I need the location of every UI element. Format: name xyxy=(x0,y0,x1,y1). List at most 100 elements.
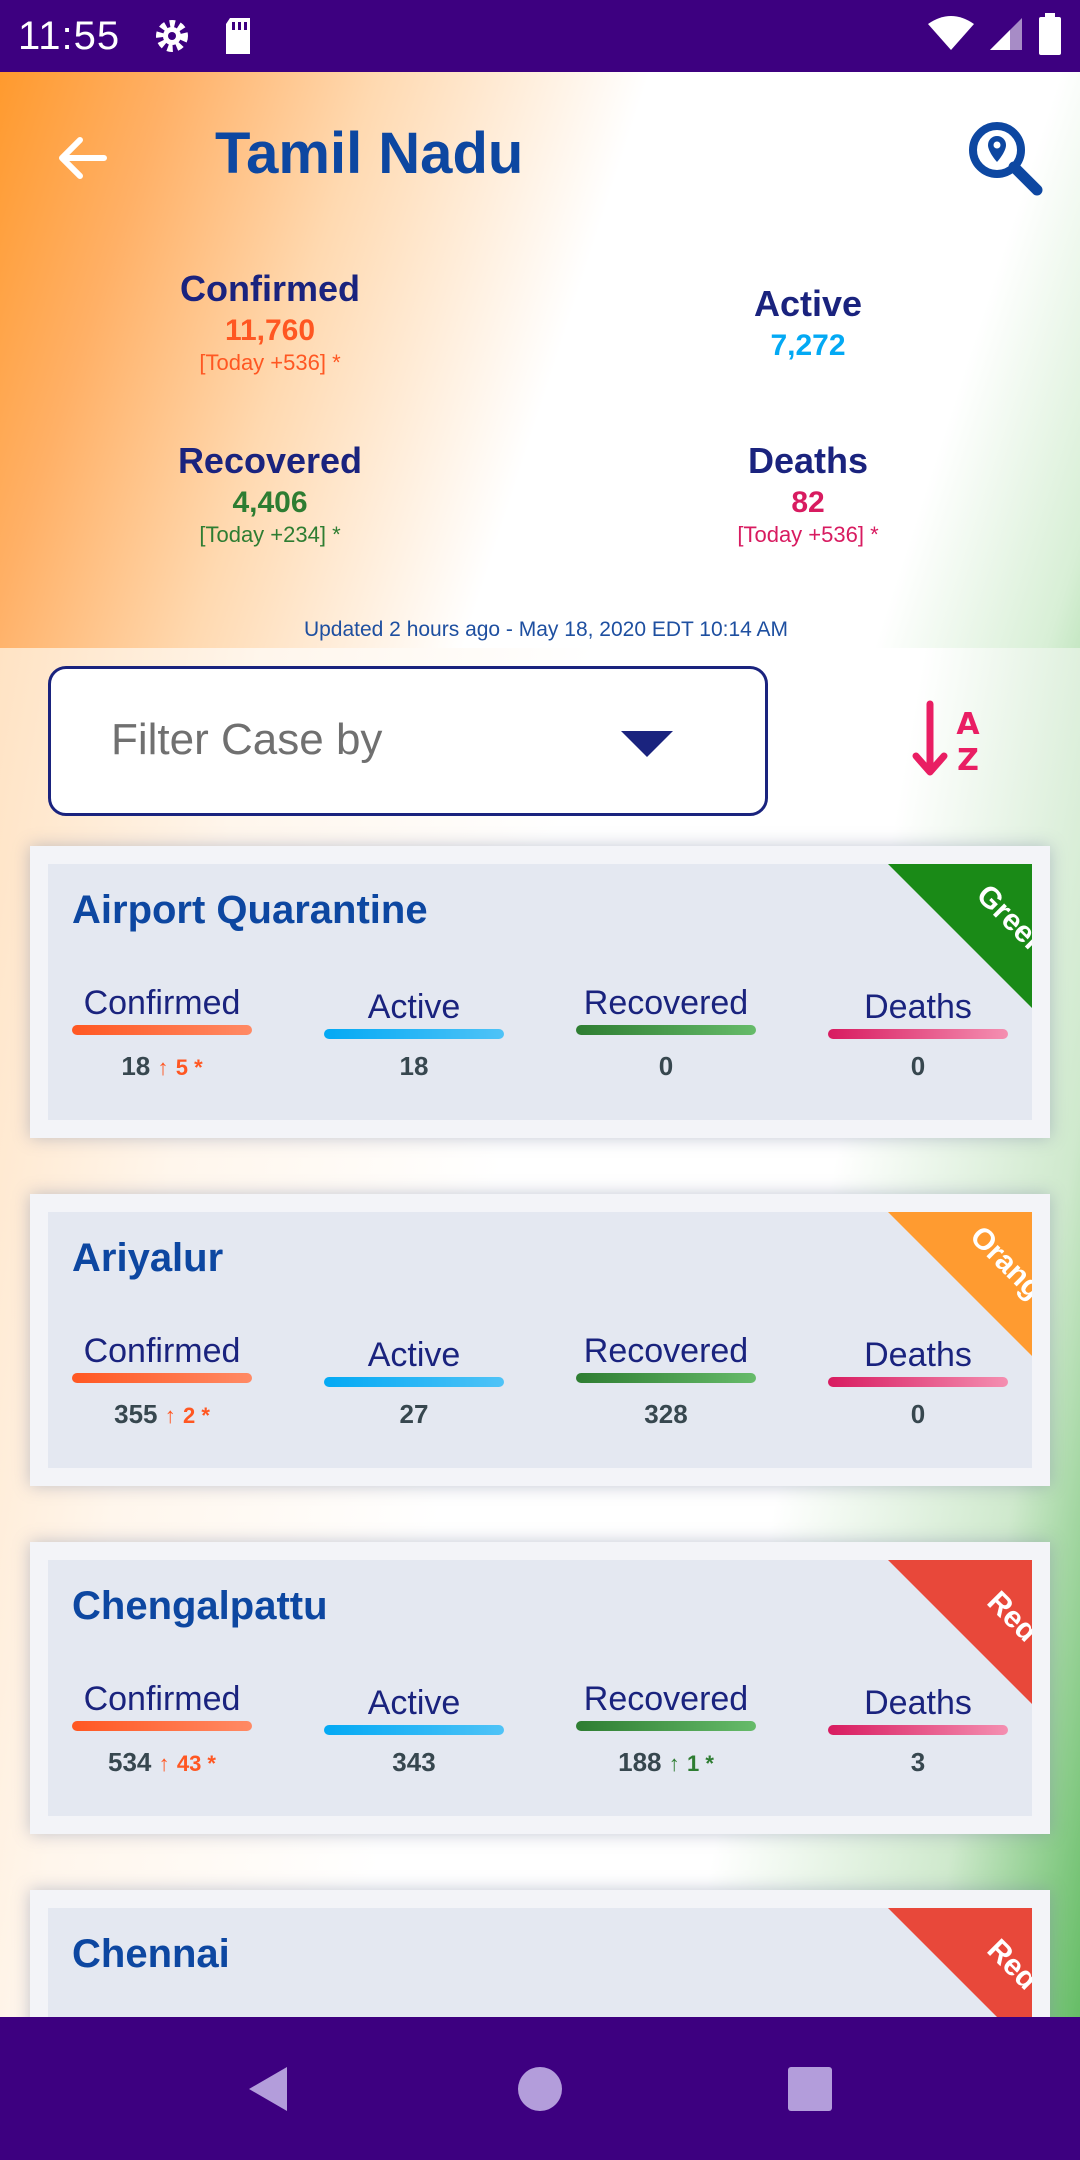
arrow-up-icon: ↑ xyxy=(157,1055,169,1080)
stat-confirmed-label: Confirmed xyxy=(83,984,241,1022)
summary-confirmed-label: Confirmed xyxy=(180,268,360,309)
svg-text:Z: Z xyxy=(957,743,979,778)
district-card-body: Ariyalur Orange Confirmed 355 ↑ 2 * Acti… xyxy=(48,1212,1032,1468)
summary-recovered-today: [Today +234] * xyxy=(199,522,341,547)
summary-confirmed: Confirmed 11,760 [Today +536] * xyxy=(90,268,450,376)
district-name: Airport Quarantine xyxy=(72,888,428,932)
summary-deaths-label: Deaths xyxy=(747,440,869,481)
nav-home-button[interactable] xyxy=(508,2057,572,2121)
arrow-left-icon xyxy=(59,137,107,179)
stat-recovered-value: 0 xyxy=(658,1051,674,1081)
nav-back-button[interactable] xyxy=(235,2057,299,2121)
stat-active-value: 18 xyxy=(399,1051,429,1081)
summary-confirmed-value: 11,760 xyxy=(224,314,316,347)
search-location-icon xyxy=(969,122,1043,196)
stat-active: Active 343 xyxy=(324,1684,504,1778)
updated-timestamp: Updated 2 hours ago - May 18, 2020 EDT 1… xyxy=(303,618,789,641)
district-card-body: Airport Quarantine Green Confirmed 18 ↑ … xyxy=(48,864,1032,1120)
stat-confirmed-label: Confirmed xyxy=(83,1680,241,1718)
zone-badge: Green xyxy=(888,864,1032,1008)
stat-recovered-delta: 1 * xyxy=(686,1751,714,1776)
stat-recovered: Recovered 188 ↑ 1 * xyxy=(576,1680,756,1778)
summary-active-value: 7,272 xyxy=(770,329,846,362)
filter-placeholder: Filter Case by xyxy=(111,715,383,764)
stat-recovered-label: Recovered xyxy=(583,984,749,1022)
stat-confirmed-delta: 2 * xyxy=(182,1403,210,1428)
summary-active: Active 7,272 xyxy=(628,283,988,363)
stat-active-label: Active xyxy=(367,988,461,1026)
stat-deaths-label: Deaths xyxy=(864,1336,972,1374)
status-time: 11:55 xyxy=(18,13,121,58)
search-button[interactable] xyxy=(965,118,1045,198)
stat-confirmed: Confirmed 355 ↑ 2 * xyxy=(72,1332,252,1430)
district-name: Ariyalur xyxy=(72,1236,224,1280)
stat-deaths: Deaths 3 xyxy=(828,1684,1008,1778)
zone-badge: Red xyxy=(888,1560,1032,1704)
nav-recents-button[interactable] xyxy=(778,2057,842,2121)
stat-active: Active 27 xyxy=(324,1336,504,1430)
nav-home-icon xyxy=(518,2067,562,2111)
stat-recovered-value: 328 xyxy=(644,1399,688,1429)
sd-card-icon xyxy=(216,14,260,58)
nav-back-icon xyxy=(249,2067,287,2111)
stat-confirmed-label: Confirmed xyxy=(83,1332,241,1370)
arrow-up-icon: ↑ xyxy=(164,1403,176,1428)
chevron-down-icon xyxy=(621,731,673,757)
district-card[interactable]: Airport Quarantine Green Confirmed 18 ↑ … xyxy=(30,846,1050,1138)
nav-recents-icon xyxy=(788,2067,832,2111)
stat-active: Active 18 xyxy=(324,988,504,1082)
summary-recovered-value: 4,406 xyxy=(232,486,308,519)
stat-recovered: Recovered 0 xyxy=(576,984,756,1082)
stat-confirmed-delta: 43 * xyxy=(176,1751,216,1776)
summary-recovered-label: Recovered xyxy=(177,440,363,481)
stat-confirmed: Confirmed 534 ↑ 43 * xyxy=(72,1680,252,1778)
stat-deaths-value: 0 xyxy=(910,1051,926,1081)
stat-recovered: Recovered 328 xyxy=(576,1332,756,1430)
stat-active-value: 343 xyxy=(392,1747,436,1777)
sort-button[interactable]: A Z xyxy=(910,700,990,780)
stat-confirmed-value: 355 xyxy=(114,1399,158,1429)
back-button[interactable] xyxy=(52,128,112,188)
svg-text:A: A xyxy=(956,707,980,742)
app-header: Tamil Nadu xyxy=(0,110,1080,200)
wifi-icon xyxy=(928,15,974,57)
summary-active-label: Active xyxy=(753,283,863,324)
stat-recovered-label: Recovered xyxy=(583,1680,749,1718)
stat-deaths-value: 0 xyxy=(910,1399,926,1429)
battery-icon xyxy=(1038,12,1062,60)
gear-icon xyxy=(150,14,194,58)
stat-confirmed: Confirmed 18 ↑ 5 * xyxy=(72,984,252,1082)
stat-confirmed-delta: 5 * xyxy=(175,1055,203,1080)
district-name: Chennai xyxy=(72,1932,230,1976)
stat-active-label: Active xyxy=(367,1684,461,1722)
arrow-up-icon: ↑ xyxy=(668,1751,680,1776)
signal-icon xyxy=(988,16,1024,57)
zone-badge: Orange xyxy=(888,1212,1032,1356)
stat-deaths: Deaths 0 xyxy=(828,988,1008,1082)
stat-active-value: 27 xyxy=(399,1399,429,1429)
summary-recovered: Recovered 4,406 [Today +234] * xyxy=(90,440,450,548)
status-bar: 11:55 xyxy=(0,0,1080,72)
stat-deaths-value: 3 xyxy=(910,1747,926,1777)
district-card-body: Chengalpattu Red Confirmed 534 ↑ 43 * Ac… xyxy=(48,1560,1032,1816)
district-name: Chengalpattu xyxy=(72,1584,328,1628)
arrow-up-icon: ↑ xyxy=(158,1751,170,1776)
district-card[interactable]: Ariyalur Orange Confirmed 355 ↑ 2 * Acti… xyxy=(30,1194,1050,1486)
stat-deaths-label: Deaths xyxy=(864,988,972,1026)
stat-recovered-value: 188 xyxy=(618,1747,662,1777)
district-card[interactable]: Chengalpattu Red Confirmed 534 ↑ 43 * Ac… xyxy=(30,1542,1050,1834)
stat-confirmed-value: 534 xyxy=(107,1747,152,1777)
summary-deaths: Deaths 82 [Today +536] * xyxy=(628,440,988,548)
summary-confirmed-today: [Today +536] * xyxy=(199,350,341,375)
filter-dropdown[interactable]: Filter Case by xyxy=(48,666,768,816)
summary-deaths-today: [Today +536] * xyxy=(737,522,879,547)
stat-active-label: Active xyxy=(367,1336,461,1374)
stat-deaths-label: Deaths xyxy=(864,1684,972,1722)
navigation-bar xyxy=(0,2017,1080,2160)
summary-deaths-value: 82 xyxy=(791,486,825,519)
stat-deaths: Deaths 0 xyxy=(828,1336,1008,1430)
sort-alpha-down-icon: A Z xyxy=(912,700,980,778)
stat-confirmed-value: 18 xyxy=(121,1051,151,1081)
page-title: Tamil Nadu xyxy=(215,121,524,186)
stat-recovered-label: Recovered xyxy=(583,1332,749,1370)
